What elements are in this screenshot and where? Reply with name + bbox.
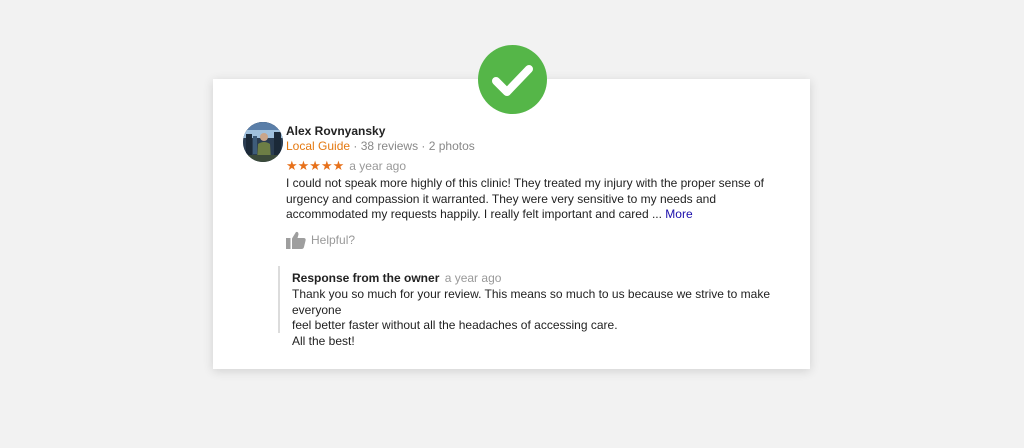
owner-response-line: Thank you so much for your review. This … <box>292 287 770 317</box>
more-link[interactable]: More <box>665 207 692 221</box>
owner-response-header: Response from the owner a year ago <box>292 271 501 285</box>
owner-response-text: Thank you so much for your review. This … <box>292 287 797 349</box>
owner-response-time: a year ago <box>444 271 502 285</box>
review-text: I could not speak more highly of this cl… <box>286 176 801 223</box>
reviewer-meta: Local Guide · 38 reviews · 2 photos <box>286 139 475 153</box>
checkmark-icon <box>492 65 533 96</box>
review-time: a year ago <box>349 159 406 173</box>
rating-row: ★★★★★ a year ago <box>286 158 406 174</box>
avatar[interactable] <box>243 122 283 162</box>
helpful-label: Helpful? <box>311 233 356 247</box>
avatar-photo <box>243 122 283 162</box>
thumbs-up-icon <box>286 231 306 249</box>
owner-response-title: Response from the owner <box>292 271 440 285</box>
owner-response-line: feel better faster without all the heada… <box>292 318 618 332</box>
owner-response: Response from the owner a year ago Thank… <box>278 266 800 348</box>
local-guide-badge[interactable]: Local Guide <box>286 139 350 153</box>
reviewer-stats[interactable]: · 38 reviews · 2 photos <box>350 139 474 153</box>
review-card: Alex Rovnyansky Local Guide · 38 reviews… <box>213 79 810 369</box>
star-rating: ★★★★★ <box>286 158 345 173</box>
reviewer-name[interactable]: Alex Rovnyansky <box>286 124 385 138</box>
check-badge <box>478 45 547 114</box>
helpful-button[interactable]: Helpful? <box>286 231 355 249</box>
owner-response-line: All the best! <box>292 333 355 348</box>
